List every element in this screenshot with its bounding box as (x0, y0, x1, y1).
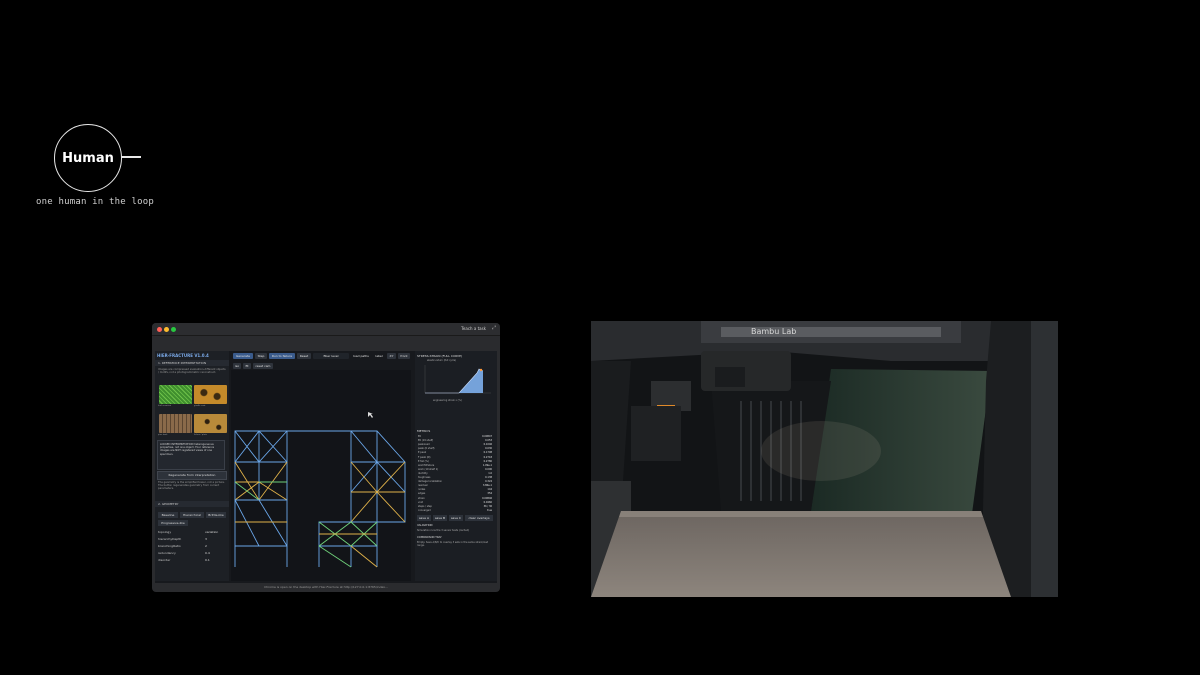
regenerate-button[interactable]: Regenerate from interpretation (157, 471, 227, 480)
mouse-cursor-icon (368, 412, 373, 418)
stress-title: STRESS-STRAIN (FULL CURVE) (417, 354, 463, 358)
metric-name: residual (418, 484, 428, 488)
save-c-button[interactable]: save C (449, 515, 463, 521)
metric-name: converged (418, 508, 431, 512)
human-label: Human (62, 150, 114, 166)
app-brand: HIER-FRACTURE V1.0.4 (157, 353, 209, 358)
label-toggle[interactable]: label (373, 353, 385, 359)
texture-lichen[interactable] (194, 414, 227, 433)
param-row[interactable]: redundancy 0.4 (158, 550, 226, 556)
stress-subtitle: elastic-return (full cycle) (427, 359, 457, 362)
locked-interpretation-box: LOCKED INTERPRETATION heterogeneous prop… (157, 440, 225, 470)
validation-text: Simulation runs the 3 sensor tests (cach… (417, 529, 470, 532)
save-a-button[interactable]: save A (417, 515, 431, 521)
camera-image: Bambu Lab (591, 321, 1058, 597)
metric-name: peakLoad (418, 443, 430, 447)
screen-recording-window: Teach a task ⤢ HIER-FRACTURE V1.0.4 1. R… (152, 323, 500, 592)
printer-camera-feed: Bambu Lab (591, 321, 1058, 597)
texture-giraffe[interactable] (194, 385, 227, 404)
texture-label-2: giraffe coat (194, 405, 206, 407)
hier-fracture-app: HIER-FRACTURE V1.0.4 1. REFERENCE INTERP… (155, 351, 497, 583)
param-row[interactable]: branchingRatio 2 (158, 543, 226, 549)
metric-value: true (487, 508, 492, 512)
reset-cam-button[interactable]: reset cam (253, 363, 273, 369)
generate-button[interactable]: Generate (233, 353, 253, 359)
metric-name: strain (418, 496, 425, 500)
human-node: Human (54, 124, 122, 192)
window-titlebar: Teach a task ⤢ (152, 323, 500, 336)
section-reference[interactable]: 1. REFERENCE INTERPRETATION (155, 360, 229, 366)
param-row[interactable]: hierarchyDepth 3 (158, 536, 226, 542)
clear-overlays-button[interactable]: clear overlays (465, 515, 493, 521)
minimize-dot-icon[interactable] (164, 327, 169, 332)
metric-name: work (19 shelf 1) (418, 467, 439, 471)
xy-button[interactable]: XY (387, 353, 396, 359)
load-paths-toggle[interactable]: load paths (351, 353, 371, 359)
metric-row: converged true (418, 509, 494, 513)
expand-icon[interactable]: ⤢ (492, 325, 496, 331)
human-caption: one human in the loop (36, 197, 154, 207)
fit-button[interactable]: fit (243, 363, 251, 369)
metric-name: peak (0 shelf) (418, 447, 435, 451)
run-to-failure-button[interactable]: Run to failure (269, 353, 295, 359)
metric-name: workToFailure (418, 463, 435, 467)
comparison-title: COMPARISON TRAY (417, 536, 442, 539)
zoom-dot-icon[interactable] (171, 327, 176, 332)
metric-name: E fail (%) (418, 459, 429, 463)
metric-name: edges (418, 492, 426, 496)
section-geometry[interactable]: 2. GEOMETRY (155, 501, 229, 507)
geometry-note: The geometry is the simplified tower, no… (158, 481, 225, 491)
locked-note: LOCKED INTERPRETATION heterogeneous prop… (160, 443, 215, 456)
camera-brand-text: Bambu Lab (751, 327, 796, 336)
connector-line (121, 156, 141, 158)
tab-baseline[interactable]: Baseline (158, 512, 178, 518)
right-panel: STRESS-STRAIN (FULL CURVE) elastic-retur… (415, 351, 497, 581)
texture-leaf[interactable] (159, 385, 192, 404)
metric-name: E0 (19 shelf) (418, 439, 434, 443)
tab-progressive[interactable]: Progressive-like (158, 520, 188, 526)
comparison-text: Empty. Save A/B/C to overlay 3 sets in t… (417, 541, 489, 547)
param-row[interactable]: disorder 0.1 (158, 557, 226, 563)
metric-name: toughness (418, 476, 431, 479)
tab-brittle[interactable]: Brittle-like (206, 512, 226, 518)
stress-xlabel: engineering strain ε (%) (433, 399, 462, 402)
teach-task-label[interactable]: Teach a task (461, 326, 486, 331)
metric-name: damage localization (418, 480, 443, 484)
stress-strain-chart (424, 365, 491, 394)
metric-name: E0 (418, 435, 422, 438)
reset-button[interactable]: Reset (297, 353, 311, 359)
texture-bark[interactable] (159, 414, 192, 433)
lattice-structure (234, 412, 406, 568)
lattice-canvas[interactable] (231, 370, 411, 581)
metrics-title: METRICS (417, 429, 431, 433)
metric-name: F peak (N) (418, 455, 431, 459)
tab-hierarchical[interactable]: Hierarchical (180, 512, 204, 518)
reference-note: Images are compressed evaluation-differe… (158, 368, 226, 375)
metric-name: void (418, 500, 424, 504)
iso-button[interactable]: iso (233, 363, 241, 369)
step-button[interactable]: Step (255, 353, 267, 359)
close-dot-icon[interactable] (157, 327, 162, 332)
metric-name: steps / step (418, 504, 432, 508)
texture-label-4: lichen / plate (194, 434, 207, 436)
level-select[interactable]: fiber level (313, 353, 349, 359)
left-panel: HIER-FRACTURE V1.0.4 1. REFERENCE INTERP… (155, 351, 229, 581)
toolbar: Generate Step Run to failure Reset fiber… (231, 351, 411, 361)
validation-title: VALIDATION (417, 524, 433, 527)
metric-name: nodes (418, 488, 426, 492)
front-button[interactable]: front (398, 353, 410, 359)
param-row[interactable]: topology variation (158, 529, 226, 535)
save-b-button[interactable]: save B (433, 515, 447, 521)
window-footer: Chrome is open on the desktop with Hier-… (264, 585, 388, 589)
metric-name: ductility (418, 471, 428, 475)
metric-name: E peak (418, 451, 427, 455)
